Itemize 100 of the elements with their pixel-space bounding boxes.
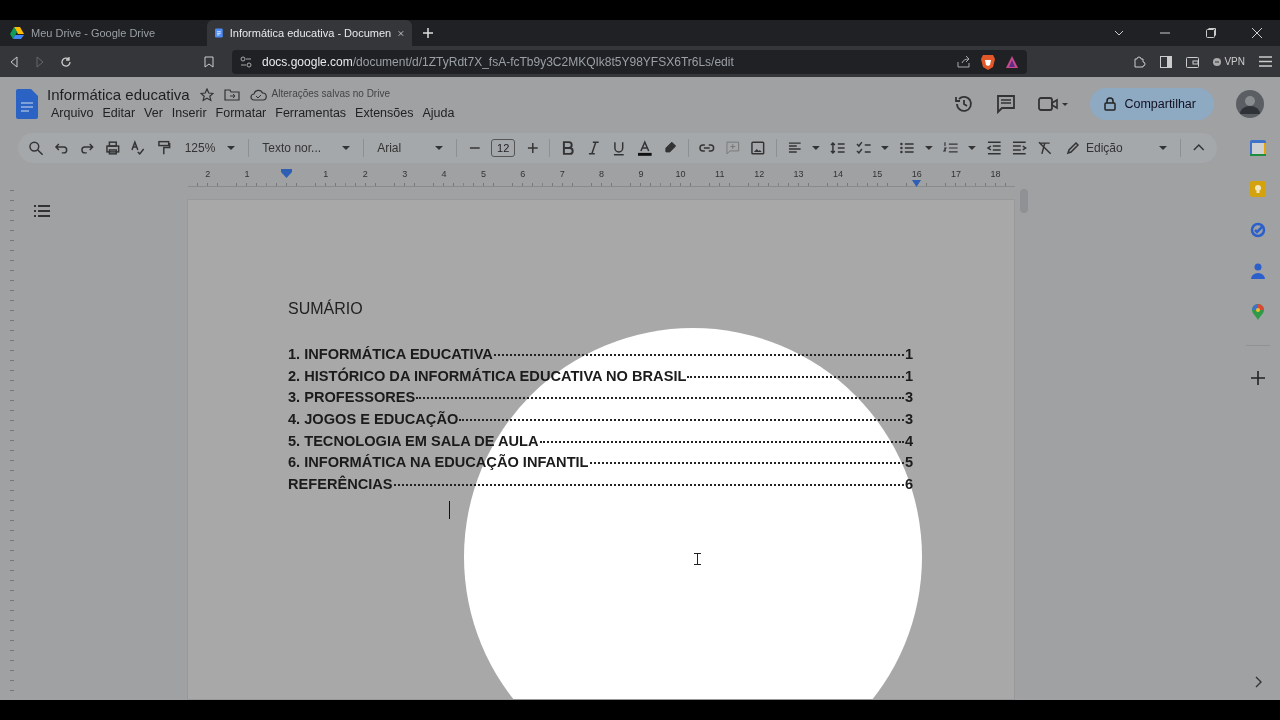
- ruler-number: 10: [660, 169, 701, 187]
- menu-item[interactable]: Ver: [140, 105, 167, 121]
- back-icon[interactable]: [8, 55, 20, 68]
- ruler-number: 9: [621, 169, 661, 187]
- caret-icon[interactable]: [812, 146, 821, 150]
- outline-icon[interactable]: [34, 205, 50, 217]
- clear-formatting-icon[interactable]: [1037, 140, 1053, 156]
- drive-icon: [10, 27, 24, 39]
- menu-item[interactable]: Formatar: [211, 105, 271, 121]
- calendar-icon[interactable]: [1249, 140, 1266, 156]
- triangle-icon[interactable]: [1005, 54, 1019, 69]
- ruler-number: 5: [463, 169, 504, 187]
- address-bar[interactable]: docs.google.com/document/d/1ZTyRdt7X_fsA-fcTb9y3C2MKQIk8t5Y98YFSX6Tr6Ls/edit: [232, 49, 1027, 74]
- font-size-field[interactable]: 12: [491, 139, 516, 157]
- toc-entry-title[interactable]: REFERÊNCIAS: [288, 476, 393, 493]
- ruler-number: 3: [384, 169, 425, 187]
- toc-page-number: 6: [904, 476, 913, 493]
- menu-item[interactable]: Extensões: [351, 105, 418, 121]
- print-icon[interactable]: [104, 140, 121, 156]
- lion-shield-icon[interactable]: [981, 53, 995, 70]
- align-left-icon[interactable]: [786, 140, 803, 156]
- share-icon[interactable]: [957, 55, 971, 68]
- browser-tab[interactable]: Meu Drive - Google Drive: [2, 20, 207, 46]
- style-dropdown[interactable]: Texto nor...: [259, 141, 354, 155]
- caret-icon[interactable]: [881, 146, 890, 150]
- wallet-icon[interactable]: [1186, 55, 1200, 68]
- caret-icon[interactable]: [924, 146, 933, 150]
- menu-item[interactable]: Arquivo: [47, 105, 98, 121]
- right-indent-marker-icon[interactable]: [912, 180, 922, 187]
- image-icon[interactable]: [750, 140, 766, 156]
- ruler-number: 7: [542, 169, 582, 187]
- lock-icon: [1104, 96, 1117, 111]
- expand-panel-icon[interactable]: [1253, 676, 1262, 688]
- toc-entry-title[interactable]: 3. PROFESSORES: [288, 389, 416, 406]
- highlighter-icon[interactable]: [662, 140, 679, 156]
- sidebar-icon[interactable]: [1160, 55, 1173, 68]
- reload-icon[interactable]: [60, 55, 72, 68]
- add-icon[interactable]: [1250, 371, 1265, 385]
- puzzle-icon[interactable]: [1133, 55, 1147, 68]
- ruler-number: 1: [227, 169, 267, 187]
- ruler-number: 18: [975, 169, 1016, 187]
- search-icon[interactable]: [28, 140, 44, 156]
- pencil-icon: [1065, 141, 1080, 155]
- bookmark-icon[interactable]: [204, 55, 214, 68]
- toc-entry-title[interactable]: 5. TECNOLOGIA EM SALA DE AULA: [288, 432, 539, 449]
- ruler-number: 12: [739, 169, 779, 187]
- vpn-status-icon: [1213, 57, 1222, 66]
- comment-icon[interactable]: [996, 93, 1017, 114]
- site-settings-icon[interactable]: [240, 55, 252, 68]
- url-text: docs.google.com/document/d/1ZTyRdt7X_fsA-fcTb9y3C2MKQIk8t5Y98YFSX6Tr6Ls/edit: [262, 54, 734, 69]
- increase-indent-icon[interactable]: [1011, 140, 1028, 156]
- save-status: Alterações salvas no Drive: [249, 88, 390, 101]
- ruler-number: 6: [503, 169, 543, 187]
- share-button[interactable]: Compartilhar: [1090, 87, 1214, 120]
- menu-item[interactable]: Inserir: [167, 105, 211, 121]
- bold-icon[interactable]: [560, 140, 576, 156]
- toc-page-number: 3: [904, 389, 913, 406]
- history-icon[interactable]: [954, 93, 975, 114]
- document-title[interactable]: Informática educativa: [47, 86, 190, 103]
- editing-mode-dropdown[interactable]: Edição: [1062, 141, 1171, 155]
- move-folder-icon[interactable]: [223, 88, 240, 101]
- bulleted-list-icon[interactable]: [899, 140, 915, 156]
- vpn-button[interactable]: VPN: [1213, 56, 1245, 67]
- decrease-indent-icon[interactable]: [986, 140, 1002, 156]
- star-icon[interactable]: [199, 87, 214, 102]
- ruler-number: 14: [818, 169, 858, 187]
- menu-item[interactable]: Ajuda: [418, 105, 459, 121]
- font-dropdown[interactable]: Arial: [374, 141, 447, 155]
- check-circle-icon[interactable]: [1249, 222, 1266, 238]
- indent-marker-icon[interactable]: [280, 169, 292, 178]
- video-call-icon[interactable]: [1038, 94, 1069, 113]
- numbered-list-icon[interactable]: [942, 140, 959, 156]
- menu-icon[interactable]: [1259, 56, 1272, 67]
- spellcheck-icon[interactable]: [130, 140, 147, 156]
- line-spacing-icon[interactable]: [830, 140, 846, 156]
- toc-page-number: 3: [904, 411, 913, 428]
- toc-entry-title[interactable]: 4. JOGOS E EDUCAÇÃO: [288, 411, 459, 428]
- toc-entry-title[interactable]: 1. INFORMÁTICA EDUCATIVA: [288, 346, 493, 362]
- toc-entry-title[interactable]: 2. HISTÓRICO DA INFORMÁTICA EDUCATIVA NO BRASIL: [288, 367, 687, 384]
- close-icon[interactable]: [398, 28, 404, 38]
- avatar[interactable]: [1236, 89, 1264, 118]
- underline-icon[interactable]: [611, 140, 627, 156]
- caret-icon: [342, 146, 351, 150]
- browser-tab[interactable]: Informática educativa - Documen: [207, 20, 412, 46]
- text-color-icon[interactable]: [636, 140, 653, 156]
- menu-item[interactable]: Editar: [98, 105, 140, 121]
- caret-icon[interactable]: [968, 146, 977, 150]
- menu-item[interactable]: Ferramentas: [271, 105, 351, 121]
- ruler-number: 13: [778, 169, 819, 187]
- zoom-dropdown[interactable]: 125%: [181, 141, 239, 155]
- checklist-icon[interactable]: [855, 140, 872, 156]
- paint-format-icon[interactable]: [156, 140, 172, 156]
- caret-icon: [1159, 146, 1168, 150]
- ruler-number: 17: [936, 169, 976, 187]
- forward-icon: [34, 55, 46, 68]
- increase-size-icon[interactable]: [525, 140, 539, 156]
- ruler-number: 15: [857, 169, 898, 187]
- ruler-number: 2: [345, 169, 385, 187]
- caret-icon: [227, 146, 236, 150]
- ruler-number: 8: [581, 169, 622, 187]
